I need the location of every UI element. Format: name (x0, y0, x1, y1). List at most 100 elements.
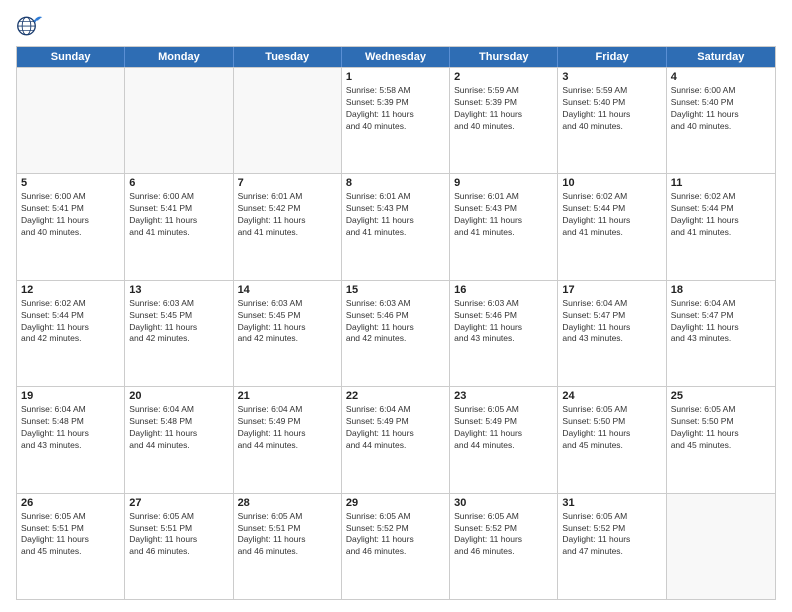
cell-details: Sunrise: 6:02 AMSunset: 5:44 PMDaylight:… (562, 191, 661, 239)
day-number: 2 (454, 71, 553, 83)
cal-cell-r1-c3: 8 Sunrise: 6:01 AMSunset: 5:43 PMDaylight… (342, 174, 450, 279)
day-number: 6 (129, 177, 228, 189)
cal-cell-r0-c1 (125, 68, 233, 173)
cal-cell-r1-c6: 11 Sunrise: 6:02 AMSunset: 5:44 PMDayligh… (667, 174, 775, 279)
day-number: 20 (129, 390, 228, 402)
day-number: 5 (21, 177, 120, 189)
day-number: 10 (562, 177, 661, 189)
cell-details: Sunrise: 6:05 AMSunset: 5:52 PMDaylight:… (346, 511, 445, 559)
cell-details: Sunrise: 6:00 AMSunset: 5:41 PMDaylight:… (129, 191, 228, 239)
cal-row-4: 26 Sunrise: 6:05 AMSunset: 5:51 PMDayligh… (17, 493, 775, 599)
day-number: 24 (562, 390, 661, 402)
cell-details: Sunrise: 6:05 AMSunset: 5:51 PMDaylight:… (21, 511, 120, 559)
day-number: 30 (454, 497, 553, 509)
cell-details: Sunrise: 6:03 AMSunset: 5:46 PMDaylight:… (346, 298, 445, 346)
header-thursday: Thursday (450, 47, 558, 67)
cell-details: Sunrise: 6:05 AMSunset: 5:50 PMDaylight:… (562, 404, 661, 452)
cal-cell-r3-c3: 22Sunrise: 6:04 AMSunset: 5:49 PMDayligh… (342, 387, 450, 492)
day-number: 13 (129, 284, 228, 296)
cal-cell-r3-c0: 19 Sunrise: 6:04 AMSunset: 5:48 PMDayligh… (17, 387, 125, 492)
logo-icon (16, 12, 44, 40)
cal-cell-r2-c6: 18Sunrise: 6:04 AMSunset: 5:47 PMDayligh… (667, 281, 775, 386)
cal-cell-r1-c0: 5Sunrise: 6:00 AMSunset: 5:41 PMDaylight… (17, 174, 125, 279)
day-number: 21 (238, 390, 337, 402)
day-number: 16 (454, 284, 553, 296)
day-number: 9 (454, 177, 553, 189)
cal-cell-r1-c4: 9 Sunrise: 6:01 AMSunset: 5:43 PMDaylight… (450, 174, 558, 279)
day-number: 31 (562, 497, 661, 509)
header-monday: Monday (125, 47, 233, 67)
cell-details: Sunrise: 6:04 AMSunset: 5:48 PMDaylight:… (21, 404, 120, 452)
day-number: 7 (238, 177, 337, 189)
cell-details: Sunrise: 6:04 AMSunset: 5:49 PMDaylight:… (346, 404, 445, 452)
cal-row-0: 1 Sunrise: 5:58 AMSunset: 5:39 PMDaylight… (17, 67, 775, 173)
cal-cell-r1-c1: 6 Sunrise: 6:00 AMSunset: 5:41 PMDaylight… (125, 174, 233, 279)
cal-row-1: 5 Sunrise: 6:00 AMSunset: 5:41 PMDaylight… (17, 173, 775, 279)
calendar: Sunday Monday Tuesday Wednesday Thursday… (16, 46, 776, 600)
cal-cell-r0-c3: 1 Sunrise: 5:58 AMSunset: 5:39 PMDaylight… (342, 68, 450, 173)
cal-row-3: 19 Sunrise: 6:04 AMSunset: 5:48 PMDayligh… (17, 386, 775, 492)
day-number: 17 (562, 284, 661, 296)
cal-row-2: 12 Sunrise: 6:02 AMSunset: 5:44 PMDayligh… (17, 280, 775, 386)
cal-cell-r0-c6: 4Sunrise: 6:00 AMSunset: 5:40 PMDaylight… (667, 68, 775, 173)
cell-details: Sunrise: 6:01 AMSunset: 5:43 PMDaylight:… (346, 191, 445, 239)
cell-details: Sunrise: 6:03 AMSunset: 5:46 PMDaylight:… (454, 298, 553, 346)
cell-details: Sunrise: 6:04 AMSunset: 5:47 PMDaylight:… (671, 298, 771, 346)
cell-details: Sunrise: 6:05 AMSunset: 5:49 PMDaylight:… (454, 404, 553, 452)
header-wednesday: Wednesday (342, 47, 450, 67)
cell-details: Sunrise: 5:58 AMSunset: 5:39 PMDaylight:… (346, 85, 445, 133)
cal-cell-r2-c5: 17 Sunrise: 6:04 AMSunset: 5:47 PMDayligh… (558, 281, 666, 386)
page: Sunday Monday Tuesday Wednesday Thursday… (0, 0, 792, 612)
cell-details: Sunrise: 6:04 AMSunset: 5:49 PMDaylight:… (238, 404, 337, 452)
cal-cell-r3-c1: 20Sunrise: 6:04 AMSunset: 5:48 PMDayligh… (125, 387, 233, 492)
cell-details: Sunrise: 6:03 AMSunset: 5:45 PMDaylight:… (129, 298, 228, 346)
cal-cell-r4-c5: 31 Sunrise: 6:05 AMSunset: 5:52 PMDayligh… (558, 494, 666, 599)
cell-details: Sunrise: 6:01 AMSunset: 5:43 PMDaylight:… (454, 191, 553, 239)
cell-details: Sunrise: 6:05 AMSunset: 5:51 PMDaylight:… (238, 511, 337, 559)
day-number: 25 (671, 390, 771, 402)
cal-cell-r3-c4: 23 Sunrise: 6:05 AMSunset: 5:49 PMDayligh… (450, 387, 558, 492)
day-number: 28 (238, 497, 337, 509)
cell-details: Sunrise: 6:05 AMSunset: 5:52 PMDaylight:… (562, 511, 661, 559)
cell-details: Sunrise: 6:05 AMSunset: 5:52 PMDaylight:… (454, 511, 553, 559)
cell-details: Sunrise: 5:59 AMSunset: 5:39 PMDaylight:… (454, 85, 553, 133)
cal-cell-r2-c4: 16 Sunrise: 6:03 AMSunset: 5:46 PMDayligh… (450, 281, 558, 386)
header-saturday: Saturday (667, 47, 775, 67)
header (16, 12, 776, 40)
day-number: 4 (671, 71, 771, 83)
day-number: 12 (21, 284, 120, 296)
day-number: 19 (21, 390, 120, 402)
cal-cell-r0-c0 (17, 68, 125, 173)
cal-cell-r2-c3: 15 Sunrise: 6:03 AMSunset: 5:46 PMDayligh… (342, 281, 450, 386)
cal-cell-r2-c2: 14Sunrise: 6:03 AMSunset: 5:45 PMDayligh… (234, 281, 342, 386)
logo (16, 12, 48, 40)
day-number: 26 (21, 497, 120, 509)
cell-details: Sunrise: 6:04 AMSunset: 5:47 PMDaylight:… (562, 298, 661, 346)
cal-cell-r4-c3: 29Sunrise: 6:05 AMSunset: 5:52 PMDayligh… (342, 494, 450, 599)
cal-cell-r4-c1: 27 Sunrise: 6:05 AMSunset: 5:51 PMDayligh… (125, 494, 233, 599)
day-number: 23 (454, 390, 553, 402)
cal-cell-r2-c0: 12 Sunrise: 6:02 AMSunset: 5:44 PMDayligh… (17, 281, 125, 386)
cal-cell-r3-c5: 24 Sunrise: 6:05 AMSunset: 5:50 PMDayligh… (558, 387, 666, 492)
cal-cell-r0-c4: 2 Sunrise: 5:59 AMSunset: 5:39 PMDaylight… (450, 68, 558, 173)
cell-details: Sunrise: 6:01 AMSunset: 5:42 PMDaylight:… (238, 191, 337, 239)
day-number: 1 (346, 71, 445, 83)
cell-details: Sunrise: 6:05 AMSunset: 5:50 PMDaylight:… (671, 404, 771, 452)
day-number: 14 (238, 284, 337, 296)
day-number: 11 (671, 177, 771, 189)
cal-cell-r3-c2: 21 Sunrise: 6:04 AMSunset: 5:49 PMDayligh… (234, 387, 342, 492)
header-sunday: Sunday (17, 47, 125, 67)
cal-cell-r4-c4: 30 Sunrise: 6:05 AMSunset: 5:52 PMDayligh… (450, 494, 558, 599)
cal-cell-r0-c2 (234, 68, 342, 173)
cell-details: Sunrise: 6:02 AMSunset: 5:44 PMDaylight:… (671, 191, 771, 239)
cal-cell-r4-c0: 26 Sunrise: 6:05 AMSunset: 5:51 PMDayligh… (17, 494, 125, 599)
cell-details: Sunrise: 6:05 AMSunset: 5:51 PMDaylight:… (129, 511, 228, 559)
day-number: 27 (129, 497, 228, 509)
cal-cell-r0-c5: 3Sunrise: 5:59 AMSunset: 5:40 PMDaylight… (558, 68, 666, 173)
header-friday: Friday (558, 47, 666, 67)
cell-details: Sunrise: 6:02 AMSunset: 5:44 PMDaylight:… (21, 298, 120, 346)
calendar-header: Sunday Monday Tuesday Wednesday Thursday… (17, 47, 775, 67)
day-number: 8 (346, 177, 445, 189)
day-number: 15 (346, 284, 445, 296)
cal-cell-r1-c2: 7 Sunrise: 6:01 AMSunset: 5:42 PMDaylight… (234, 174, 342, 279)
